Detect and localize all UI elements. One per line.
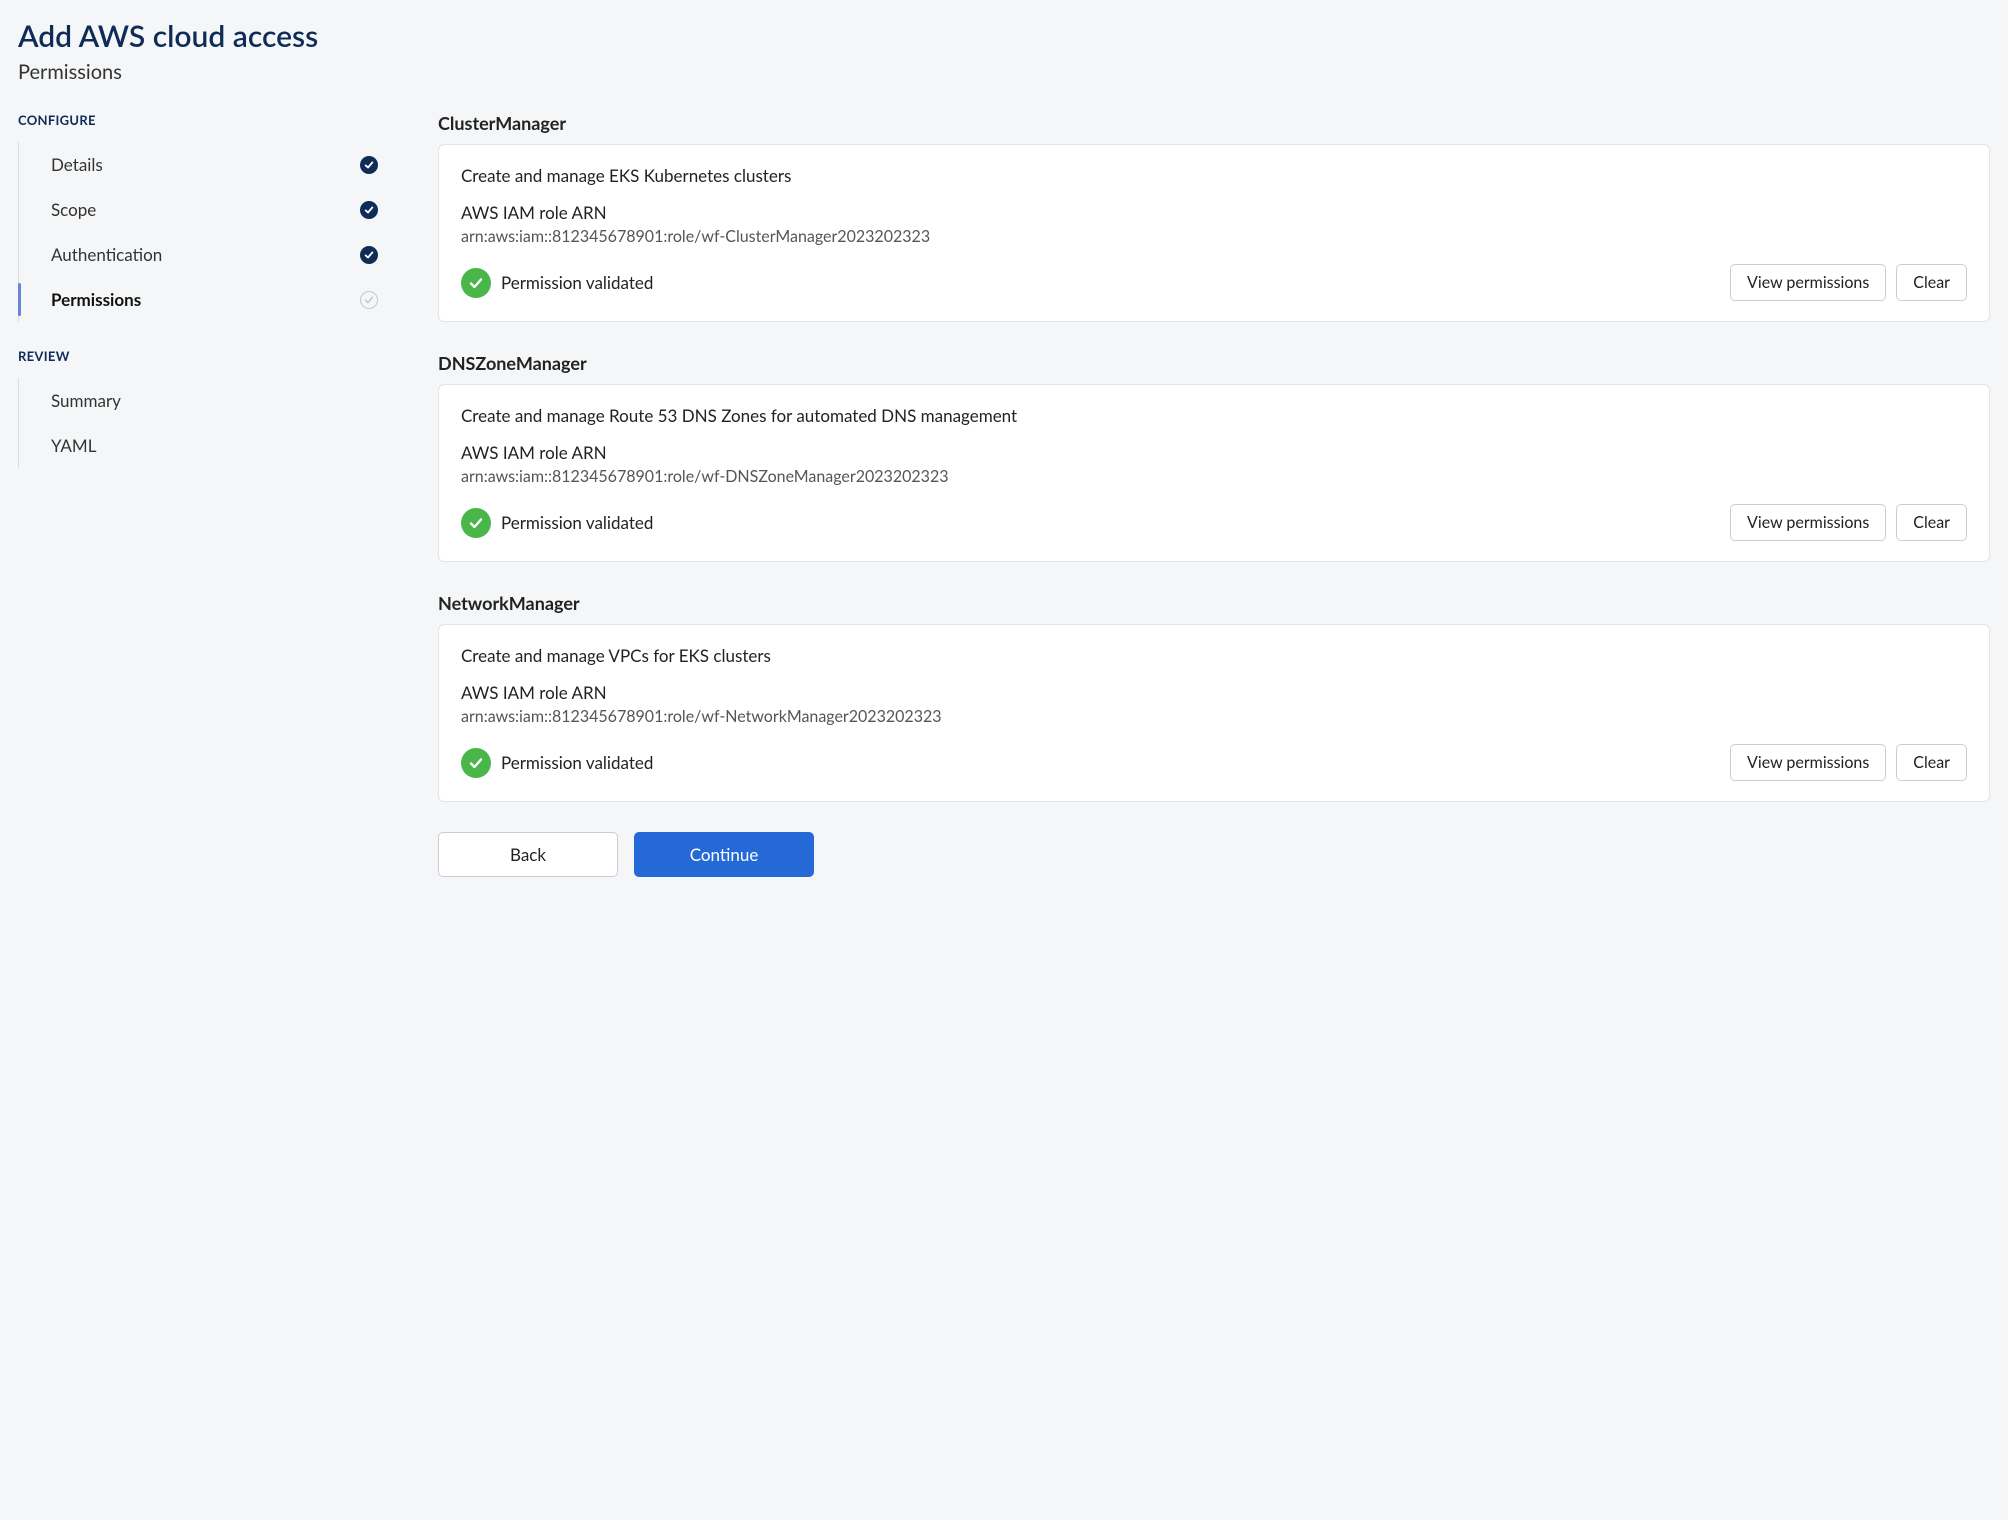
- arn-value: arn:aws:iam::812345678901:role/wf-DNSZon…: [461, 467, 1967, 486]
- continue-button[interactable]: Continue: [634, 832, 814, 877]
- step-label: Details: [51, 154, 103, 175]
- configure-step-list: Details Scope Authentication: [18, 142, 398, 322]
- permission-section-clustermanager: ClusterManager Create and manage EKS Kub…: [438, 112, 1990, 322]
- step-label: Authentication: [51, 244, 162, 265]
- validation-text: Permission validated: [501, 512, 653, 533]
- main-content: ClusterManager Create and manage EKS Kub…: [438, 112, 1990, 877]
- check-circle-icon: [461, 508, 491, 538]
- permission-description: Create and manage Route 53 DNS Zones for…: [461, 405, 1967, 426]
- permission-description: Create and manage VPCs for EKS clusters: [461, 645, 1967, 666]
- permission-card: Create and manage EKS Kubernetes cluster…: [438, 144, 1990, 322]
- step-label: YAML: [51, 435, 96, 456]
- validation-text: Permission validated: [501, 752, 653, 773]
- sidebar: CONFIGURE Details Scope Authentication: [18, 112, 398, 877]
- sidebar-section-configure: CONFIGURE: [18, 112, 398, 128]
- review-step-list: Summary YAML: [18, 378, 398, 468]
- permission-name: ClusterManager: [438, 112, 1990, 134]
- validation-status: Permission validated: [461, 508, 653, 538]
- view-permissions-button[interactable]: View permissions: [1730, 744, 1886, 781]
- step-summary[interactable]: Summary: [19, 378, 398, 423]
- validation-status: Permission validated: [461, 748, 653, 778]
- sidebar-section-review: REVIEW: [18, 348, 398, 364]
- arn-value: arn:aws:iam::812345678901:role/wf-Networ…: [461, 707, 1967, 726]
- permission-name: NetworkManager: [438, 592, 1990, 614]
- permission-name: DNSZoneManager: [438, 352, 1990, 374]
- arn-label: AWS IAM role ARN: [461, 682, 1967, 703]
- check-icon: [360, 201, 378, 219]
- page-subtitle: Permissions: [18, 60, 1990, 84]
- check-icon: [360, 156, 378, 174]
- step-authentication[interactable]: Authentication: [19, 232, 398, 277]
- step-label: Permissions: [51, 289, 141, 310]
- permission-card: Create and manage Route 53 DNS Zones for…: [438, 384, 1990, 562]
- check-icon: [360, 291, 378, 309]
- check-circle-icon: [461, 268, 491, 298]
- validation-status: Permission validated: [461, 268, 653, 298]
- arn-value: arn:aws:iam::812345678901:role/wf-Cluste…: [461, 227, 1967, 246]
- permission-section-networkmanager: NetworkManager Create and manage VPCs fo…: [438, 592, 1990, 802]
- arn-label: AWS IAM role ARN: [461, 202, 1967, 223]
- permission-section-dnszonemanager: DNSZoneManager Create and manage Route 5…: [438, 352, 1990, 562]
- step-yaml[interactable]: YAML: [19, 423, 398, 468]
- permission-description: Create and manage EKS Kubernetes cluster…: [461, 165, 1967, 186]
- back-button[interactable]: Back: [438, 832, 618, 877]
- clear-button[interactable]: Clear: [1896, 504, 1967, 541]
- step-details[interactable]: Details: [19, 142, 398, 187]
- view-permissions-button[interactable]: View permissions: [1730, 504, 1886, 541]
- page-title: Add AWS cloud access: [18, 18, 1990, 54]
- step-label: Summary: [51, 390, 121, 411]
- validation-text: Permission validated: [501, 272, 653, 293]
- step-label: Scope: [51, 199, 96, 220]
- clear-button[interactable]: Clear: [1896, 264, 1967, 301]
- permission-card: Create and manage VPCs for EKS clusters …: [438, 624, 1990, 802]
- step-permissions[interactable]: Permissions: [19, 277, 398, 322]
- check-circle-icon: [461, 748, 491, 778]
- view-permissions-button[interactable]: View permissions: [1730, 264, 1886, 301]
- arn-label: AWS IAM role ARN: [461, 442, 1967, 463]
- clear-button[interactable]: Clear: [1896, 744, 1967, 781]
- action-bar: Back Continue: [438, 832, 1990, 877]
- check-icon: [360, 246, 378, 264]
- step-scope[interactable]: Scope: [19, 187, 398, 232]
